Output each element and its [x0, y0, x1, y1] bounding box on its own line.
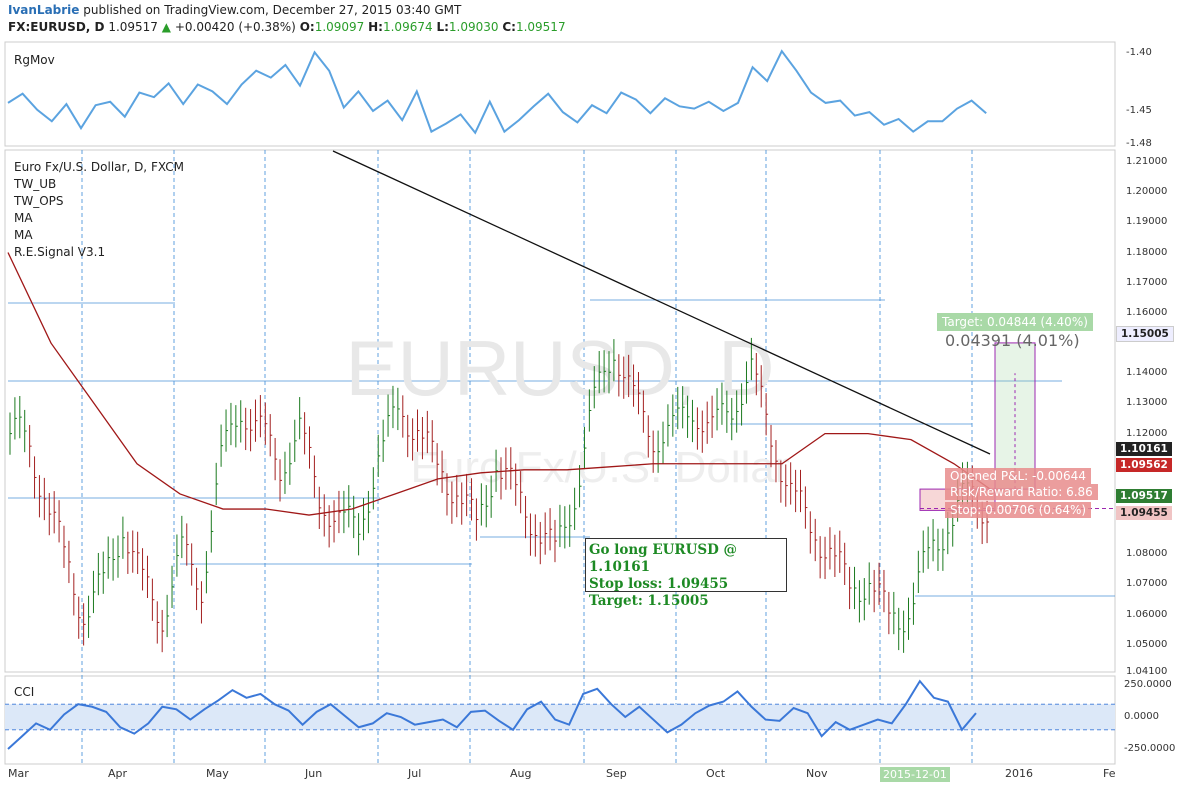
- trade-note[interactable]: Go long EURUSD @ 1.10161 Stop loss: 1.09…: [585, 538, 787, 609]
- price-tick: 1.20000: [1126, 186, 1168, 198]
- x-label: Aug: [510, 767, 532, 780]
- tag-stop: 1.09455: [1116, 506, 1172, 520]
- trade-entry-text: Go long EURUSD @ 1.10161: [589, 542, 738, 575]
- x-label: Nov: [806, 767, 828, 780]
- x-label: Jun: [305, 767, 323, 780]
- indicator-tw-ub: TW_UB: [14, 177, 57, 191]
- indicator-ma-1: MA: [14, 211, 33, 225]
- price-tick: 1.07000: [1126, 578, 1168, 590]
- x-label: Mar: [8, 767, 29, 780]
- indicator-ma-2: MA: [14, 228, 33, 242]
- cci-title: CCI: [14, 685, 35, 699]
- price-tick: 1.05000: [1126, 638, 1168, 650]
- cci-legend: CCI: [14, 684, 34, 701]
- price-tick: 1.16000: [1126, 306, 1168, 318]
- cci-tick-1: 250.0000: [1124, 679, 1172, 690]
- price-tick: 1.19000: [1126, 216, 1168, 228]
- tag-target: 1.15005: [1116, 326, 1174, 342]
- tag-last: 1.09517: [1116, 489, 1172, 503]
- price-tick: 1.06000: [1126, 608, 1168, 620]
- target-label: Target: 0.04844 (4.40%): [937, 313, 1093, 331]
- price-tick: 1.18000: [1126, 246, 1168, 258]
- rgmov-legend: RgMov: [14, 52, 55, 69]
- chart-canvas[interactable]: EURUSD, D Euro Fx/U.S. Dollar: [0, 0, 1184, 787]
- x-label: Oct: [706, 767, 726, 780]
- stop-label: Stop: 0.00706 (0.64%): [945, 502, 1092, 518]
- x-label: Apr: [108, 767, 128, 780]
- price-legend: Euro Fx/U.S. Dollar, D, FXCM TW_UB TW_OP…: [14, 159, 184, 261]
- x-label: Sep: [606, 767, 627, 780]
- price-title: Euro Fx/U.S. Dollar, D, FXCM: [14, 160, 184, 174]
- indicator-re-signal: R.E.Signal V3.1: [14, 245, 106, 259]
- price-tick: 1.12000: [1126, 427, 1168, 439]
- trade-target-text: Target: 1.15005: [589, 593, 709, 609]
- price-tick: 1.14000: [1126, 367, 1168, 379]
- x-label: Jul: [408, 767, 422, 780]
- x-label: 2015-12-01: [880, 767, 950, 782]
- x-label: Fe: [1103, 767, 1116, 780]
- watermark-symbol: EURUSD, D: [345, 324, 774, 412]
- cci-tick-3: -250.0000: [1124, 743, 1176, 754]
- target-overlay: 0.04391 (4.01%): [945, 331, 1080, 350]
- price-tick: 1.08000: [1126, 548, 1168, 560]
- rgmov-tick-1: -1.40: [1126, 47, 1152, 58]
- rgmov-tick-2: -1.45: [1126, 105, 1152, 116]
- rgmov-title: RgMov: [14, 53, 55, 67]
- x-label: 2016: [1005, 767, 1033, 780]
- tag-high: 1.09562: [1116, 458, 1172, 472]
- price-tick: 1.21000: [1126, 156, 1168, 167]
- open-pnl-label: Opened P&L: -0.00644: [945, 468, 1091, 484]
- cci-tick-2: 0.0000: [1124, 711, 1159, 722]
- price-tick: 1.04100: [1126, 666, 1168, 677]
- tag-entry: 1.10161: [1116, 442, 1172, 456]
- rgmov-tick-3: -1.48: [1126, 138, 1152, 149]
- rr-ratio-label: Risk/Reward Ratio: 6.86: [945, 484, 1098, 500]
- price-tick: 1.17000: [1126, 276, 1168, 288]
- x-label: May: [206, 767, 229, 780]
- price-tick: 1.13000: [1126, 397, 1168, 409]
- indicator-tw-ops: TW_OPS: [14, 194, 64, 208]
- rgmov-panel: [4, 41, 1116, 147]
- trade-stop-text: Stop loss: 1.09455: [589, 576, 729, 592]
